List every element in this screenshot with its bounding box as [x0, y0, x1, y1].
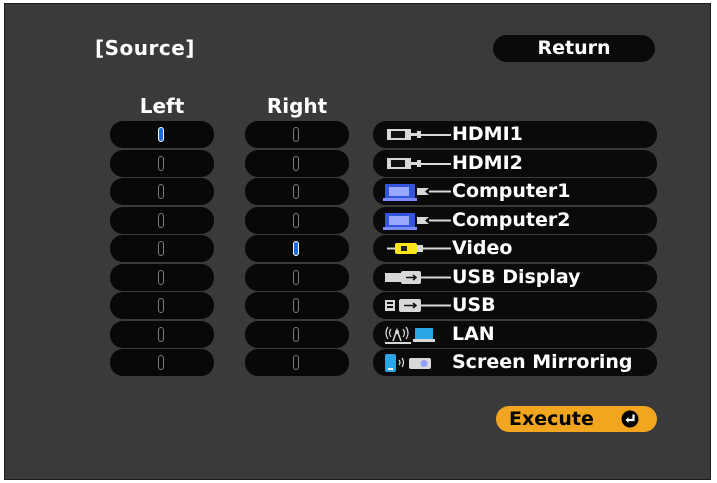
radio-selected-mark: [293, 241, 299, 256]
execute-label: Execute: [509, 408, 594, 430]
left-radio-6[interactable]: [110, 264, 214, 291]
left-radio-7[interactable]: [110, 292, 214, 319]
source-label: USB: [452, 294, 496, 316]
source-label: HDMI2: [452, 152, 523, 174]
right-radio-9[interactable]: [245, 349, 349, 376]
vga-computer-icon: [383, 213, 451, 230]
radio-unselected-mark: [293, 156, 299, 171]
execute-button[interactable]: Execute: [496, 406, 657, 432]
radio-unselected-mark: [158, 184, 164, 199]
radio-unselected-mark: [158, 298, 164, 313]
radio-unselected-mark: [293, 213, 299, 228]
usb-icon: [385, 299, 451, 312]
radio-selected-mark: [158, 127, 164, 142]
radio-unselected-mark: [293, 184, 299, 199]
right-radio-7[interactable]: [245, 292, 349, 319]
left-radio-8[interactable]: [110, 321, 214, 348]
radio-unselected-mark: [293, 127, 299, 142]
source-item[interactable]: HDMI1: [373, 121, 657, 148]
source-dialog: [Source] Return Left Right HDMI1 HDMI2 Com…: [4, 3, 711, 480]
usb-display-icon: [385, 271, 451, 284]
right-radio-8[interactable]: [245, 321, 349, 348]
lan-wireless-icon: [385, 326, 435, 344]
return-button[interactable]: Return: [493, 35, 655, 62]
source-label: HDMI1: [452, 123, 523, 145]
radio-unselected-mark: [158, 241, 164, 256]
source-label: LAN: [452, 323, 495, 345]
right-radio-5[interactable]: [245, 235, 349, 262]
right-radio-4[interactable]: [245, 207, 349, 234]
right-radio-6[interactable]: [245, 264, 349, 291]
left-radio-2[interactable]: [110, 150, 214, 177]
radio-unselected-mark: [293, 270, 299, 285]
radio-unselected-mark: [293, 327, 299, 342]
source-label: Computer2: [452, 209, 571, 231]
radio-unselected-mark: [158, 156, 164, 171]
left-radio-1[interactable]: [110, 121, 214, 148]
dialog-title: [Source]: [95, 36, 195, 60]
right-radio-1[interactable]: [245, 121, 349, 148]
right-radio-3[interactable]: [245, 178, 349, 205]
left-radio-4[interactable]: [110, 207, 214, 234]
source-label: Screen Mirroring: [452, 351, 633, 373]
video-rca-icon: [387, 243, 451, 254]
radio-unselected-mark: [293, 355, 299, 370]
source-item[interactable]: Computer2: [373, 207, 657, 234]
source-item[interactable]: HDMI2: [373, 150, 657, 177]
source-label: Video: [452, 237, 513, 259]
radio-unselected-mark: [293, 298, 299, 313]
radio-unselected-mark: [158, 270, 164, 285]
source-label: Computer1: [452, 180, 571, 202]
screen-mirroring-icon: [385, 354, 431, 372]
enter-icon: [621, 410, 639, 428]
left-radio-3[interactable]: [110, 178, 214, 205]
source-item[interactable]: LAN: [373, 321, 657, 348]
source-item[interactable]: Screen Mirroring: [373, 349, 657, 376]
source-item[interactable]: USB: [373, 292, 657, 319]
left-column-header: Left: [139, 94, 185, 118]
source-label: USB Display: [452, 266, 581, 288]
left-radio-5[interactable]: [110, 235, 214, 262]
hdmi-icon: [387, 129, 451, 140]
source-item[interactable]: Video: [373, 235, 657, 262]
source-item[interactable]: USB Display: [373, 264, 657, 291]
right-column-header: Right: [266, 94, 328, 118]
vga-computer-icon: [383, 184, 451, 201]
right-radio-2[interactable]: [245, 150, 349, 177]
hdmi-icon: [387, 158, 451, 169]
left-radio-9[interactable]: [110, 349, 214, 376]
radio-unselected-mark: [158, 355, 164, 370]
radio-unselected-mark: [158, 213, 164, 228]
radio-unselected-mark: [158, 327, 164, 342]
source-item[interactable]: Computer1: [373, 178, 657, 205]
